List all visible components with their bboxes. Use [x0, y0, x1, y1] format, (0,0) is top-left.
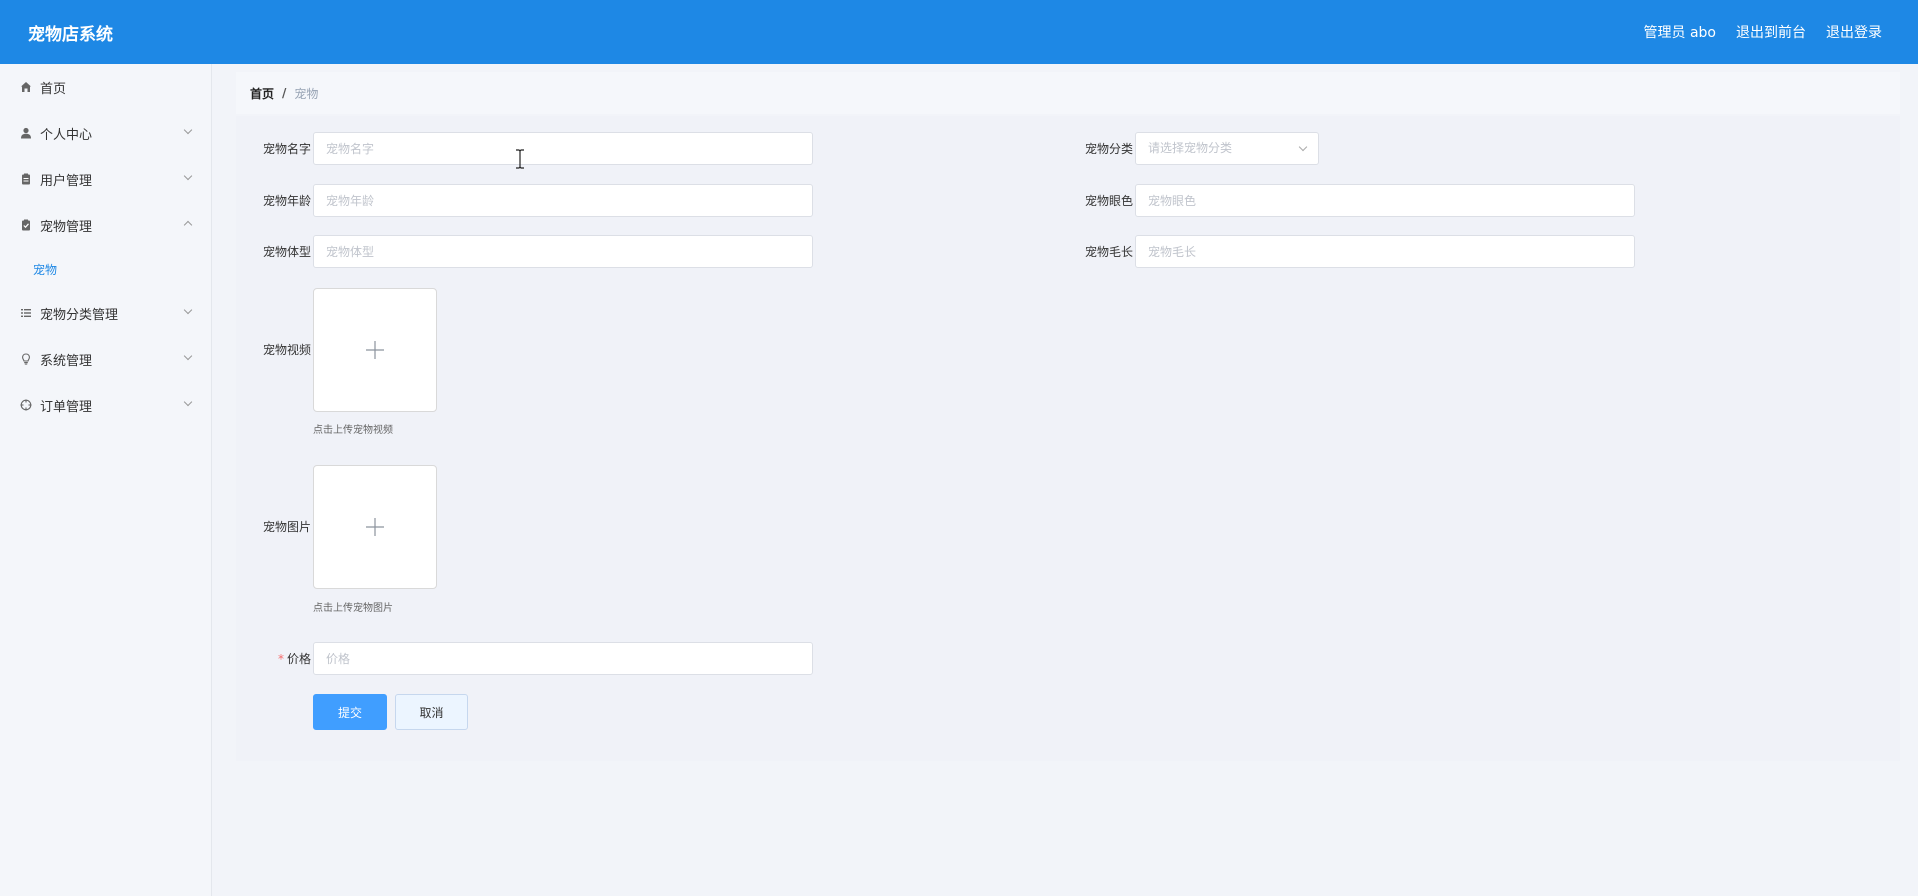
sidebar-item-label: 用户管理 — [40, 173, 93, 189]
clipboard-check-icon — [20, 219, 32, 231]
sidebar-item-user-management[interactable]: 用户管理 — [0, 156, 211, 202]
sidebar-item-system[interactable]: 系统管理 — [0, 336, 211, 382]
submit-button[interactable]: 提交 — [313, 694, 387, 730]
top-header: 宠物店系统 管理员 abo 退出到前台 退出登录 — [0, 0, 1918, 64]
home-icon — [20, 81, 32, 93]
pet-age-label: 宠物年龄 — [262, 194, 311, 208]
pet-body-type-label: 宠物体型 — [262, 245, 311, 259]
pet-eye-color-label: 宠物眼色 — [1084, 194, 1133, 208]
chevron-down-icon — [183, 171, 193, 181]
video-upload-button[interactable] — [313, 288, 437, 412]
pet-category-label: 宠物分类 — [1084, 142, 1133, 156]
price-label-text: 价格 — [286, 652, 311, 666]
chevron-down-icon — [183, 305, 193, 315]
sidebar-item-pet-management[interactable]: 宠物管理 — [0, 202, 211, 248]
chevron-down-icon — [183, 351, 193, 361]
crosshair-icon — [20, 399, 32, 411]
main-content: 首页 / 宠物 宠物名字 宠物分类 请选择宠物分类 宠物年龄 宠物眼色 宠物体型… — [214, 64, 1918, 896]
header-links: 管理员 abo 退出到前台 退出登录 — [1644, 22, 1882, 42]
pet-eye-color-input[interactable] — [1135, 184, 1635, 217]
text-cursor-icon — [516, 149, 524, 169]
app-title: 宠物店系统 — [28, 25, 113, 45]
image-upload-tip: 点击上传宠物图片 — [313, 603, 393, 614]
plus-icon — [366, 518, 384, 536]
sidebar-item-profile[interactable]: 个人中心 — [0, 110, 211, 156]
lightbulb-icon — [20, 353, 32, 365]
pet-name-input[interactable] — [313, 132, 813, 165]
sidebar-item-label: 系统管理 — [40, 353, 93, 369]
pet-category-select[interactable]: 请选择宠物分类 — [1135, 132, 1319, 165]
chevron-down-icon — [1298, 142, 1308, 152]
breadcrumb-current: 宠物 — [294, 86, 319, 101]
breadcrumb-home[interactable]: 首页 — [250, 85, 274, 102]
chevron-down-icon — [183, 125, 193, 135]
required-mark: * — [277, 652, 284, 666]
image-upload-button[interactable] — [313, 465, 437, 589]
cancel-button[interactable]: 取消 — [395, 694, 468, 730]
breadcrumb-separator: / — [282, 86, 287, 100]
pet-fur-length-input[interactable] — [1135, 235, 1635, 268]
breadcrumb: 首页 / 宠物 — [236, 72, 1900, 114]
price-input[interactable] — [313, 642, 813, 675]
chevron-up-icon — [183, 220, 193, 230]
sidebar-item-label: 宠物管理 — [40, 219, 93, 235]
logout-link[interactable]: 退出登录 — [1826, 22, 1882, 42]
sidebar-item-pet-category[interactable]: 宠物分类管理 — [0, 290, 211, 336]
sidebar: 首页 个人中心 用户管理 宠物管理 宠物 宠物分类管理 系统管理 订单管理 — [0, 64, 212, 896]
sidebar-subitem-pet[interactable]: 宠物 — [0, 248, 211, 290]
pet-fur-length-label: 宠物毛长 — [1084, 245, 1133, 259]
sidebar-item-home[interactable]: 首页 — [0, 64, 211, 110]
pet-body-type-input[interactable] — [313, 235, 813, 268]
pet-image-label: 宠物图片 — [262, 520, 311, 534]
back-to-frontend-link[interactable]: 退出到前台 — [1736, 22, 1806, 42]
plus-icon — [366, 341, 384, 359]
user-icon — [20, 127, 32, 139]
clipboard-icon — [20, 173, 32, 185]
pet-name-label: 宠物名字 — [262, 142, 311, 156]
sidebar-item-label: 首页 — [40, 81, 67, 97]
price-label: * 价格 — [241, 650, 311, 667]
sidebar-item-orders[interactable]: 订单管理 — [0, 382, 211, 428]
sidebar-item-label: 宠物分类管理 — [40, 307, 119, 323]
chevron-down-icon — [183, 397, 193, 407]
pet-form: 宠物名字 宠物分类 请选择宠物分类 宠物年龄 宠物眼色 宠物体型 宠物毛长 宠物… — [236, 116, 1900, 761]
video-upload-tip: 点击上传宠物视频 — [313, 425, 393, 436]
sidebar-item-label: 个人中心 — [40, 127, 93, 143]
pet-category-placeholder: 请选择宠物分类 — [1148, 141, 1233, 155]
list-icon — [20, 307, 32, 319]
pet-video-label: 宠物视频 — [262, 343, 311, 357]
sidebar-item-label: 订单管理 — [40, 399, 93, 415]
admin-user-label[interactable]: 管理员 abo — [1644, 22, 1716, 42]
pet-age-input[interactable] — [313, 184, 813, 217]
